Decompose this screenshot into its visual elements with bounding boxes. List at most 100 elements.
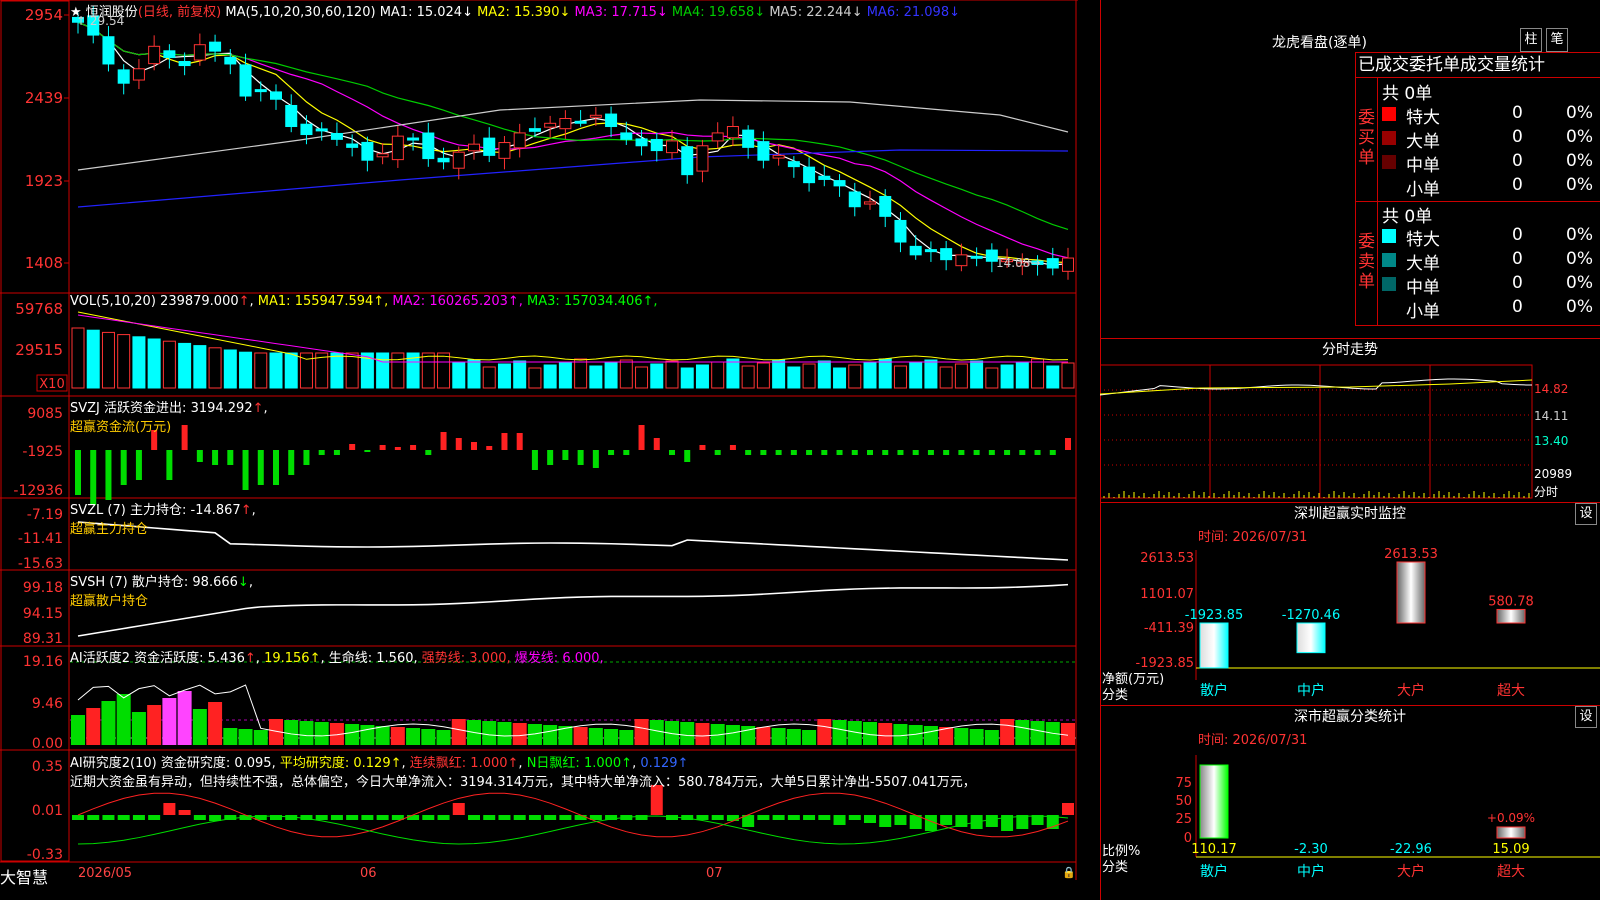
sz-monitor-chart[interactable]: 2613.531101.07-411.39-1923.85-1923.85散户-… — [1100, 540, 1600, 705]
candle[interactable] — [833, 180, 846, 187]
volume-bar[interactable] — [269, 352, 283, 389]
volume-bar[interactable] — [147, 338, 161, 389]
activity-bar[interactable] — [954, 728, 969, 745]
research-bar[interactable] — [72, 815, 84, 820]
activity-bar[interactable] — [223, 728, 238, 745]
candle[interactable] — [391, 135, 404, 161]
research-bar[interactable] — [864, 815, 876, 823]
volume-bar[interactable] — [711, 361, 725, 389]
volume-bar[interactable] — [726, 358, 740, 389]
candle[interactable] — [681, 146, 694, 176]
research-bar[interactable] — [132, 815, 145, 820]
candle[interactable] — [498, 142, 511, 159]
candle[interactable] — [574, 120, 587, 124]
candle[interactable] — [726, 126, 739, 139]
activity-bar[interactable] — [482, 721, 497, 745]
activity-bar[interactable] — [192, 709, 207, 745]
volume-bar[interactable] — [909, 362, 923, 389]
candle[interactable] — [102, 36, 115, 65]
volume-bar[interactable] — [574, 358, 588, 389]
volume-bar[interactable] — [132, 336, 146, 389]
research-bar[interactable] — [330, 815, 343, 820]
monitor-bar-2[interactable] — [1296, 622, 1326, 654]
volume-bar[interactable] — [1061, 362, 1075, 389]
fund-flow-bar[interactable] — [196, 450, 203, 462]
activity-bar[interactable] — [177, 691, 192, 745]
research-bar[interactable] — [726, 815, 739, 821]
volume-bar[interactable] — [756, 362, 770, 389]
candle[interactable] — [346, 143, 359, 148]
fund-flow-bar[interactable] — [988, 450, 995, 455]
volume-bar[interactable] — [802, 363, 816, 389]
lock-icon[interactable]: 🔒 — [1062, 866, 1076, 879]
activity-plot[interactable] — [70, 661, 1076, 745]
candle[interactable] — [696, 145, 709, 172]
fund-flow-bar[interactable] — [943, 450, 950, 455]
volume-bar[interactable] — [497, 363, 511, 389]
candle[interactable] — [970, 255, 983, 259]
fund-flow-bar[interactable] — [364, 450, 371, 452]
fund-flow-bar[interactable] — [577, 450, 584, 465]
research-bar[interactable] — [483, 815, 496, 820]
candle[interactable] — [894, 219, 907, 243]
volume-bar[interactable] — [695, 364, 709, 389]
volume-bar[interactable] — [1031, 358, 1045, 389]
fund-flow-bar[interactable] — [973, 450, 980, 455]
volume-bar[interactable] — [772, 359, 786, 389]
monitor-bar-3[interactable] — [1396, 561, 1426, 624]
candle[interactable] — [422, 132, 435, 160]
candle[interactable] — [757, 141, 770, 161]
volume-bar[interactable] — [1000, 364, 1014, 389]
candle[interactable] — [620, 132, 633, 140]
volume-bar[interactable] — [970, 360, 984, 389]
intraday-chart[interactable] — [1100, 360, 1600, 500]
fund-flow-bar[interactable] — [729, 445, 736, 450]
activity-bar[interactable] — [406, 728, 421, 745]
volume-bar[interactable] — [71, 327, 85, 389]
activity-bar[interactable] — [649, 720, 664, 745]
candle[interactable] — [772, 154, 785, 159]
fund-flow-bar[interactable] — [897, 450, 904, 455]
activity-bar[interactable] — [923, 726, 938, 745]
volume-plot[interactable] — [71, 311, 1075, 389]
activity-bar[interactable] — [101, 701, 116, 745]
candle[interactable] — [407, 137, 420, 141]
activity-bar[interactable] — [86, 708, 101, 745]
activity-bar[interactable] — [238, 729, 253, 745]
research-bar[interactable] — [848, 815, 861, 820]
research-bar[interactable] — [117, 815, 130, 820]
candle[interactable] — [924, 249, 937, 253]
candle[interactable] — [315, 128, 328, 132]
fund-flow-bar[interactable] — [212, 450, 219, 465]
fund-flow-bar[interactable] — [638, 425, 645, 450]
fund-flow-bar[interactable] — [379, 445, 386, 450]
candle[interactable] — [544, 122, 557, 128]
activity-bar[interactable] — [71, 715, 85, 745]
volume-bar[interactable] — [665, 360, 679, 389]
fund-flow-bar[interactable] — [166, 450, 173, 480]
fund-flow-bar[interactable] — [471, 442, 477, 450]
monitor-bar-4[interactable] — [1496, 608, 1526, 624]
volume-bar[interactable] — [437, 352, 451, 389]
candle[interactable] — [940, 248, 953, 261]
volume-bar[interactable] — [513, 360, 527, 389]
fund-flow-bar[interactable] — [349, 444, 356, 450]
fund-flow-bar[interactable] — [135, 450, 142, 480]
tick-mode-button[interactable]: 笔 — [1546, 28, 1568, 52]
research-bar[interactable] — [452, 803, 465, 815]
candle[interactable] — [528, 128, 541, 132]
volume-bar[interactable] — [985, 367, 999, 389]
candle[interactable] — [483, 137, 496, 156]
activity-bar[interactable] — [619, 730, 634, 745]
volume-bar[interactable] — [239, 351, 253, 389]
activity-bar[interactable] — [573, 727, 588, 745]
research-plot[interactable] — [72, 785, 1074, 845]
candle[interactable] — [742, 129, 755, 148]
fund-flow-bar[interactable] — [318, 450, 325, 455]
fund-flow-bar[interactable] — [592, 450, 599, 468]
fund-flow-bar[interactable] — [227, 450, 234, 465]
volume-bar[interactable] — [101, 331, 115, 389]
brand-logo[interactable]: 大智慧 — [0, 864, 48, 888]
candle[interactable] — [955, 254, 968, 267]
volume-bar[interactable] — [924, 359, 938, 389]
